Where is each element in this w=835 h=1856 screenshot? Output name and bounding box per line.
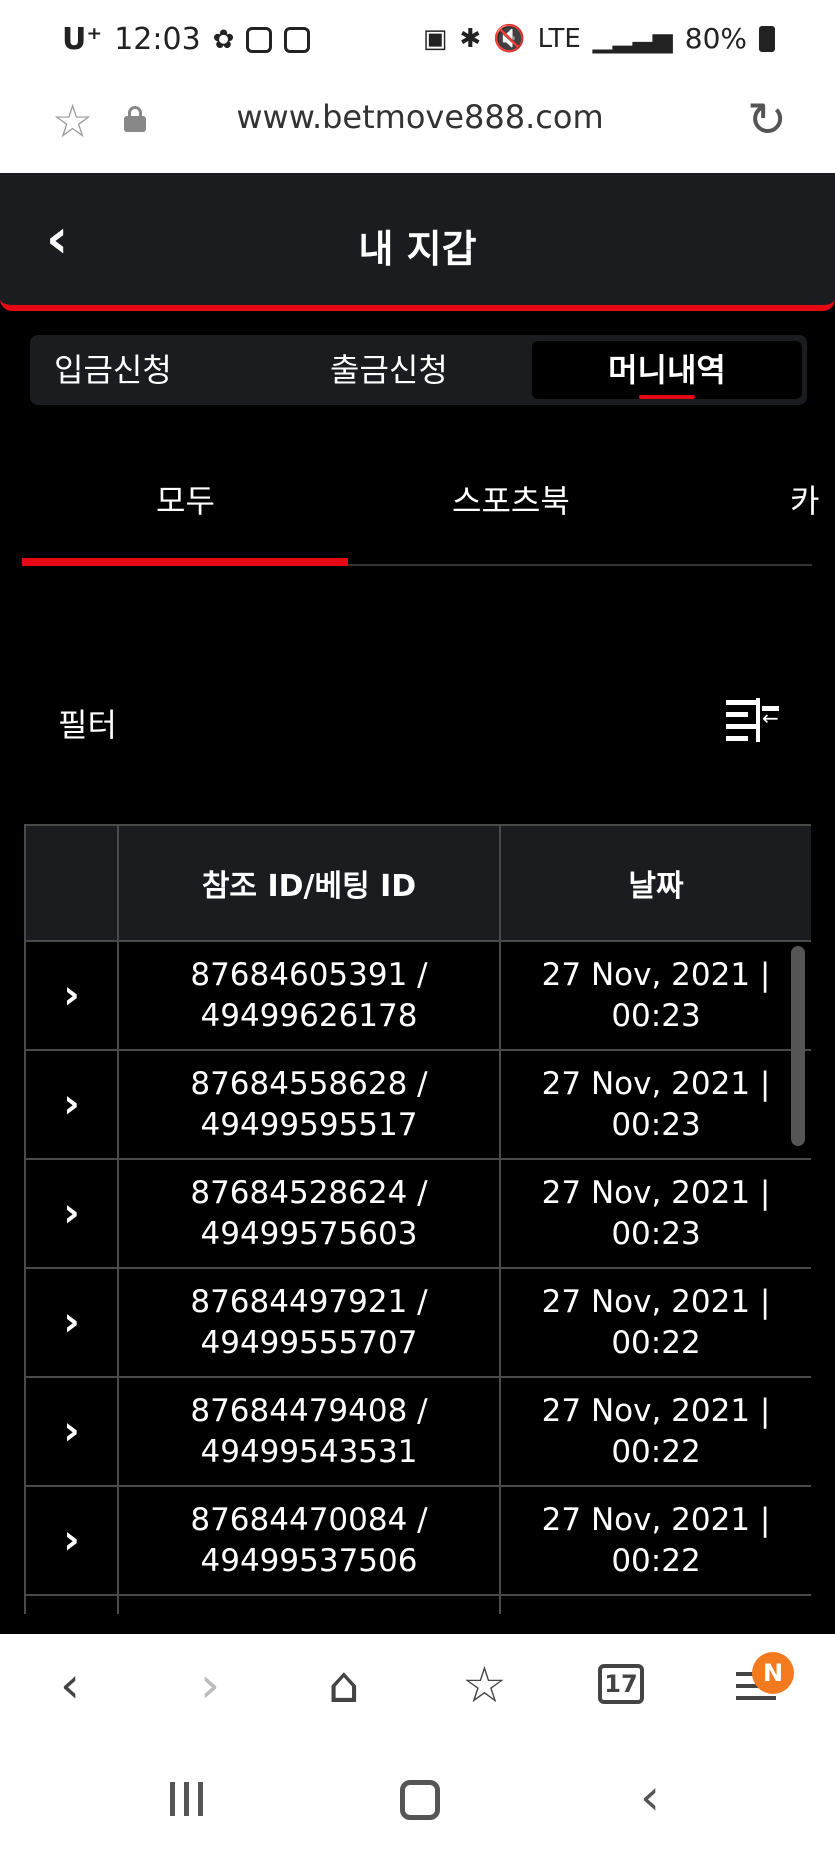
sub-tab-indicator: [22, 558, 348, 566]
date-cell: 27 Nov, 2021 | 00:22: [499, 1376, 811, 1487]
tab-money-history[interactable]: 머니내역: [532, 341, 802, 399]
sub-tab-all[interactable]: 모두: [156, 476, 215, 522]
expand-chevron-icon[interactable]: ›: [24, 1158, 119, 1269]
date-cell: 27 Nov, 2021 | 00:23: [499, 940, 811, 1051]
expand-chevron-icon[interactable]: ›: [24, 1485, 119, 1596]
bluetooth-icon: ✱: [459, 23, 482, 54]
ref-id-cell: 87684497921 /49499555707: [117, 1267, 501, 1378]
reload-icon[interactable]: ↻: [747, 92, 787, 148]
active-tab-underline: [639, 395, 695, 399]
date-cell: 27 Nov, 2021 | 00:23: [499, 1049, 811, 1160]
ref-id-cell: 87684479408 /49499543531: [117, 1376, 501, 1487]
table-row[interactable]: › 87684479408 /49499543531 27 Nov, 2021 …: [24, 1376, 811, 1487]
filter-label: 필터: [58, 706, 117, 744]
browser-bottom-nav: ‹ › ⌂ ☆ 17: [0, 1634, 835, 1744]
system-back-icon[interactable]: ‹: [640, 1768, 660, 1826]
sub-tabs: 모두 스포츠북 카: [22, 460, 819, 566]
ref-id-cell: 87684528624 /49499575603: [117, 1158, 501, 1269]
main-tabs: 입금신청 출금신청 머니내역: [30, 335, 807, 405]
transactions-table[interactable]: 참조 ID/베팅 ID 날짜 › 87684605391 /4949962617…: [24, 824, 811, 1614]
sub-tab-sportsbook[interactable]: 스포츠북: [452, 476, 570, 522]
signal-icon: ▁▂▃▅: [592, 23, 673, 54]
browser-back-icon[interactable]: ‹: [60, 1656, 80, 1714]
header-ref-id: 참조 ID/베팅 ID: [117, 824, 501, 942]
status-bar: U⁺ 12:03 ✿ ▣ ✱ 🔇 LTE ▁▂▃▅ 80%: [0, 0, 835, 80]
lock-icon[interactable]: [124, 106, 146, 132]
clock: 12:03: [114, 22, 201, 57]
header-expand: [24, 824, 119, 942]
app-notification-icon: ✿: [212, 24, 235, 55]
recent-apps-icon[interactable]: [168, 1782, 208, 1818]
timer-icon: [284, 26, 311, 53]
tab-deposit-request[interactable]: 입금신청: [54, 335, 172, 405]
table-row[interactable]: › 87684470084 /49499537506 27 Nov, 2021 …: [24, 1485, 811, 1596]
app-header: ‹ 내 지갑: [0, 173, 835, 311]
tab-withdraw-request[interactable]: 출금신청: [330, 335, 448, 405]
tabs-count-icon[interactable]: 17: [598, 1664, 644, 1704]
ref-id-cell: 87684470084 /49499537506: [117, 1485, 501, 1596]
expand-chevron-icon[interactable]: ›: [24, 1376, 119, 1487]
ref-id-cell: 87684558628 /49499595517: [117, 1049, 501, 1160]
page-title: 내 지갑: [358, 227, 477, 271]
url-field[interactable]: www.betmove888.com: [200, 98, 640, 136]
table-row[interactable]: › 87684605391 /49499626178 27 Nov, 2021 …: [24, 940, 811, 1051]
expand-chevron-icon[interactable]: ›: [24, 940, 119, 1051]
sub-tab-casino[interactable]: 카: [790, 476, 819, 522]
mute-icon: 🔇: [493, 23, 526, 54]
bookmarks-icon[interactable]: ☆: [462, 1656, 507, 1714]
date-cell: 27 Nov, 2021 | 00:23: [499, 1158, 811, 1269]
battery-saver-icon: ▣: [422, 23, 448, 54]
system-nav-bar: ‹: [0, 1744, 835, 1856]
table-row[interactable]: › 87684528624 /49499575603 27 Nov, 2021 …: [24, 1158, 811, 1269]
header-date: 날짜: [499, 824, 811, 942]
carrier-label: U⁺: [62, 22, 103, 57]
browser-address-bar: ☆ www.betmove888.com ↻: [0, 80, 835, 173]
notification-badge: N: [752, 1652, 794, 1694]
battery-percent: 80%: [684, 22, 747, 55]
network-type-label: LTE: [537, 23, 581, 54]
date-cell: 27 Nov, 2021 | 00:22: [499, 1485, 811, 1596]
bookmark-star-icon[interactable]: ☆: [52, 94, 93, 148]
table-header-row: 참조 ID/베팅 ID 날짜: [24, 824, 811, 942]
ref-id-cell: 87684605391 /49499626178: [117, 940, 501, 1051]
filter-collapse-icon[interactable]: ←: [726, 696, 779, 742]
battery-icon: [759, 25, 775, 52]
home-icon[interactable]: ⌂: [328, 1656, 360, 1714]
table-row[interactable]: › 87684497921 /49499555707 27 Nov, 2021 …: [24, 1267, 811, 1378]
expand-chevron-icon[interactable]: ›: [24, 1049, 119, 1160]
date-cell: 27 Nov, 2021 | 00:22: [499, 1267, 811, 1378]
table-scrollbar[interactable]: [791, 946, 805, 1146]
expand-chevron-icon[interactable]: ›: [24, 1267, 119, 1378]
system-home-icon[interactable]: [400, 1780, 440, 1820]
tab-money-history-label: 머니내역: [608, 351, 726, 389]
table-row[interactable]: [24, 1594, 811, 1614]
table-row[interactable]: › 87684558628 /49499595517 27 Nov, 2021 …: [24, 1049, 811, 1160]
browser-forward-icon[interactable]: ›: [200, 1656, 220, 1714]
vr-icon: [246, 26, 273, 53]
